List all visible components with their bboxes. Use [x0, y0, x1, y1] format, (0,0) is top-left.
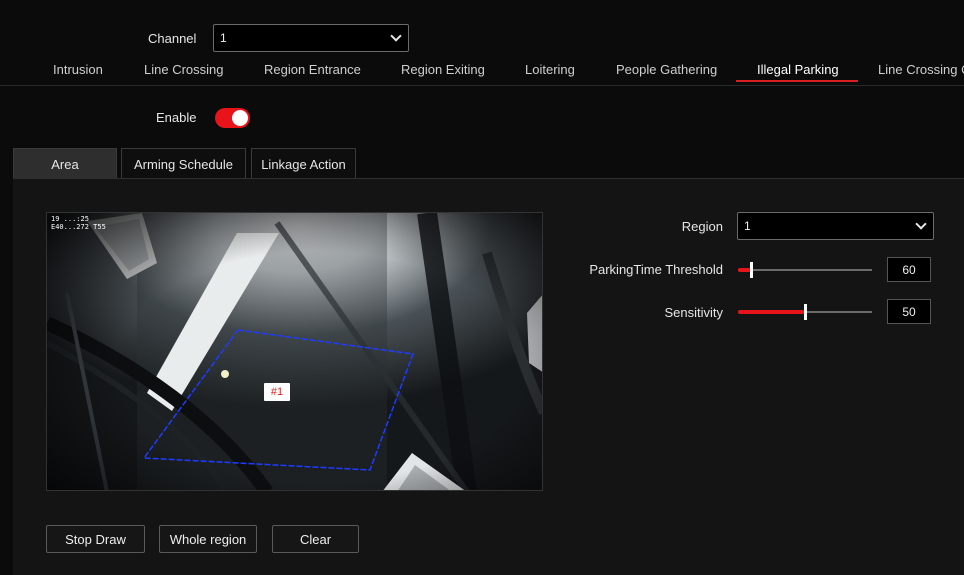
- enable-label: Enable: [156, 110, 197, 125]
- channel-select[interactable]: 1: [213, 24, 409, 52]
- tab-region-entrance[interactable]: Region Entrance: [264, 62, 361, 77]
- camera-scene: [47, 213, 542, 490]
- channel-label: Channel: [148, 31, 197, 46]
- tab-people-gathering[interactable]: People Gathering: [616, 62, 717, 77]
- parking-time-slider[interactable]: [738, 262, 872, 278]
- sensitivity-label: Sensitivity: [664, 305, 723, 320]
- tab-intrusion[interactable]: Intrusion: [53, 62, 103, 77]
- clear-button[interactable]: Clear: [272, 525, 359, 553]
- subtab-linkage-action[interactable]: Linkage Action: [251, 148, 356, 179]
- region-tag: #1: [264, 383, 290, 401]
- region-label: Region: [681, 219, 723, 234]
- tab-region-exiting[interactable]: Region Exiting: [401, 62, 485, 77]
- function-tabs: Intrusion Line Crossing Region Entrance …: [0, 56, 964, 86]
- tab-line-crossing-count[interactable]: Line Crossing C: [878, 62, 964, 77]
- slider-fill: [738, 310, 805, 314]
- region-value: 1: [744, 219, 751, 233]
- channel-value: 1: [220, 31, 227, 45]
- subtab-area[interactable]: Area: [13, 148, 117, 179]
- whole-region-button[interactable]: Whole region: [159, 525, 257, 553]
- tab-illegal-parking[interactable]: Illegal Parking: [757, 62, 839, 77]
- chevron-down-icon: [915, 217, 927, 230]
- parking-time-input[interactable]: 60: [887, 257, 931, 282]
- osd-line-1: 19 ...:25: [51, 215, 89, 223]
- slider-track: [738, 269, 872, 271]
- video-preview[interactable]: 19 ...:25 E40...272 T55 #1: [46, 212, 543, 491]
- osd-overlay: 19 ...:25 E40...272 T55: [51, 215, 106, 231]
- stop-draw-button[interactable]: Stop Draw: [46, 525, 145, 553]
- enable-toggle[interactable]: [215, 108, 250, 128]
- parking-time-label: ParkingTime Threshold: [589, 262, 723, 277]
- chevron-down-icon: [390, 29, 402, 42]
- slider-thumb[interactable]: [750, 262, 753, 278]
- subtab-arming-schedule[interactable]: Arming Schedule: [121, 148, 246, 179]
- active-tab-indicator: [736, 80, 858, 82]
- toggle-knob: [232, 110, 248, 126]
- slider-thumb[interactable]: [804, 304, 807, 320]
- region-select[interactable]: 1: [737, 212, 934, 240]
- tab-line-crossing[interactable]: Line Crossing: [144, 62, 224, 77]
- sensitivity-slider[interactable]: [738, 304, 872, 320]
- tab-loitering[interactable]: Loitering: [525, 62, 575, 77]
- osd-line-2: E40...272 T55: [51, 223, 106, 231]
- sensitivity-input[interactable]: 50: [887, 299, 931, 324]
